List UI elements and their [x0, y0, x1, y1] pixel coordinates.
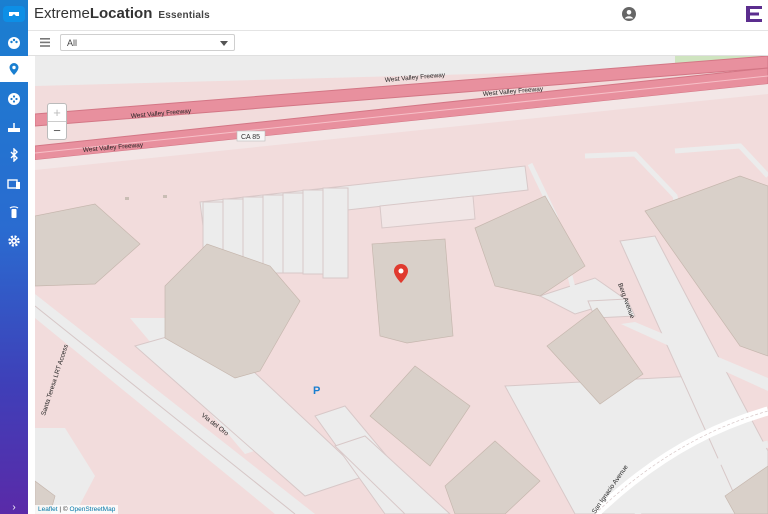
palette-icon[interactable]	[0, 30, 28, 56]
expand-sidebar-icon[interactable]: ›	[0, 500, 28, 514]
beacon-icon[interactable]	[0, 199, 28, 225]
app-header: ExtremeLocation Essentials	[28, 0, 768, 31]
map-view[interactable]: West Valley Freeway West Valley Freeway …	[35, 56, 768, 514]
road-label-light-rail: Santa Teresa LRT Access	[40, 343, 70, 417]
zoom-in-button[interactable]: +	[48, 104, 66, 122]
map-attribution: Leaflet | © OpenStreetMap	[35, 505, 119, 514]
chevron-down-icon	[220, 41, 228, 46]
brand-sub: Essentials	[158, 10, 210, 21]
list-menu-icon[interactable]	[40, 38, 50, 47]
sidebar: ›	[0, 0, 28, 514]
bluetooth-icon[interactable]	[0, 142, 28, 168]
map-tiles: West Valley Freeway West Valley Freeway …	[35, 56, 768, 514]
map-toolbar: All	[28, 31, 768, 56]
osm-link[interactable]: OpenStreetMap	[69, 506, 115, 513]
road-label-ca85: CA 85	[241, 134, 260, 141]
floor-filter-value: All	[67, 38, 78, 48]
location-icon[interactable]	[0, 56, 28, 82]
brand-light: Extreme	[34, 5, 90, 22]
parking-label: P	[313, 385, 320, 397]
attribution-separator: | ©	[57, 506, 70, 513]
user-account-icon[interactable]	[622, 7, 636, 21]
zoom-control: + −	[47, 103, 67, 140]
router-icon[interactable]	[0, 114, 28, 140]
floor-filter-select[interactable]: All	[60, 34, 235, 51]
extreme-logo-icon	[746, 6, 762, 22]
dashboard-icon[interactable]	[0, 86, 28, 112]
leaflet-link[interactable]: Leaflet	[38, 506, 58, 513]
zoom-out-button[interactable]: −	[48, 122, 66, 139]
brand-bold: Location	[89, 5, 153, 22]
settings-icon[interactable]	[0, 228, 28, 254]
devices-icon[interactable]	[0, 171, 28, 197]
brand-logo: ExtremeLocation Essentials	[34, 5, 210, 22]
logo-icon[interactable]	[0, 2, 28, 26]
